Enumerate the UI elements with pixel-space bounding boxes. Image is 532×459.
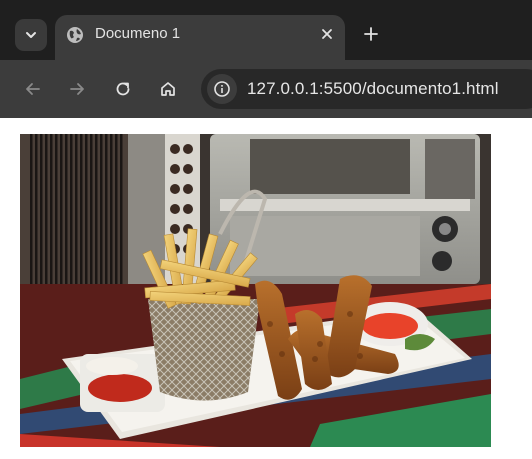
arrow-left-icon bbox=[26, 83, 40, 95]
reload-icon bbox=[116, 82, 130, 96]
close-tab-button[interactable] bbox=[319, 26, 335, 42]
food-photo bbox=[20, 134, 491, 447]
globe-icon bbox=[67, 27, 83, 43]
tab-title: Documeno 1 bbox=[95, 25, 181, 42]
site-info-button[interactable] bbox=[207, 74, 237, 104]
reload-button[interactable] bbox=[111, 77, 135, 101]
home-button[interactable] bbox=[156, 77, 180, 101]
home-icon bbox=[161, 82, 175, 96]
tab-search-button[interactable] bbox=[15, 19, 47, 51]
page-viewport bbox=[0, 118, 532, 459]
new-tab-button[interactable] bbox=[361, 24, 381, 44]
browser-toolbar: 127.0.0.1:5500/documento1.html bbox=[0, 60, 532, 118]
close-icon bbox=[322, 29, 332, 39]
plus-icon bbox=[364, 27, 378, 41]
forward-button[interactable] bbox=[65, 77, 89, 101]
chevron-down-icon bbox=[26, 32, 36, 38]
info-icon bbox=[214, 81, 230, 97]
address-bar[interactable]: 127.0.0.1:5500/documento1.html bbox=[201, 69, 532, 109]
back-button[interactable] bbox=[21, 77, 45, 101]
url-text: 127.0.0.1:5500/documento1.html bbox=[247, 79, 499, 98]
tab-strip: Documeno 1 bbox=[0, 0, 532, 60]
arrow-right-icon bbox=[70, 83, 84, 95]
tab-active[interactable]: Documeno 1 bbox=[55, 15, 345, 60]
